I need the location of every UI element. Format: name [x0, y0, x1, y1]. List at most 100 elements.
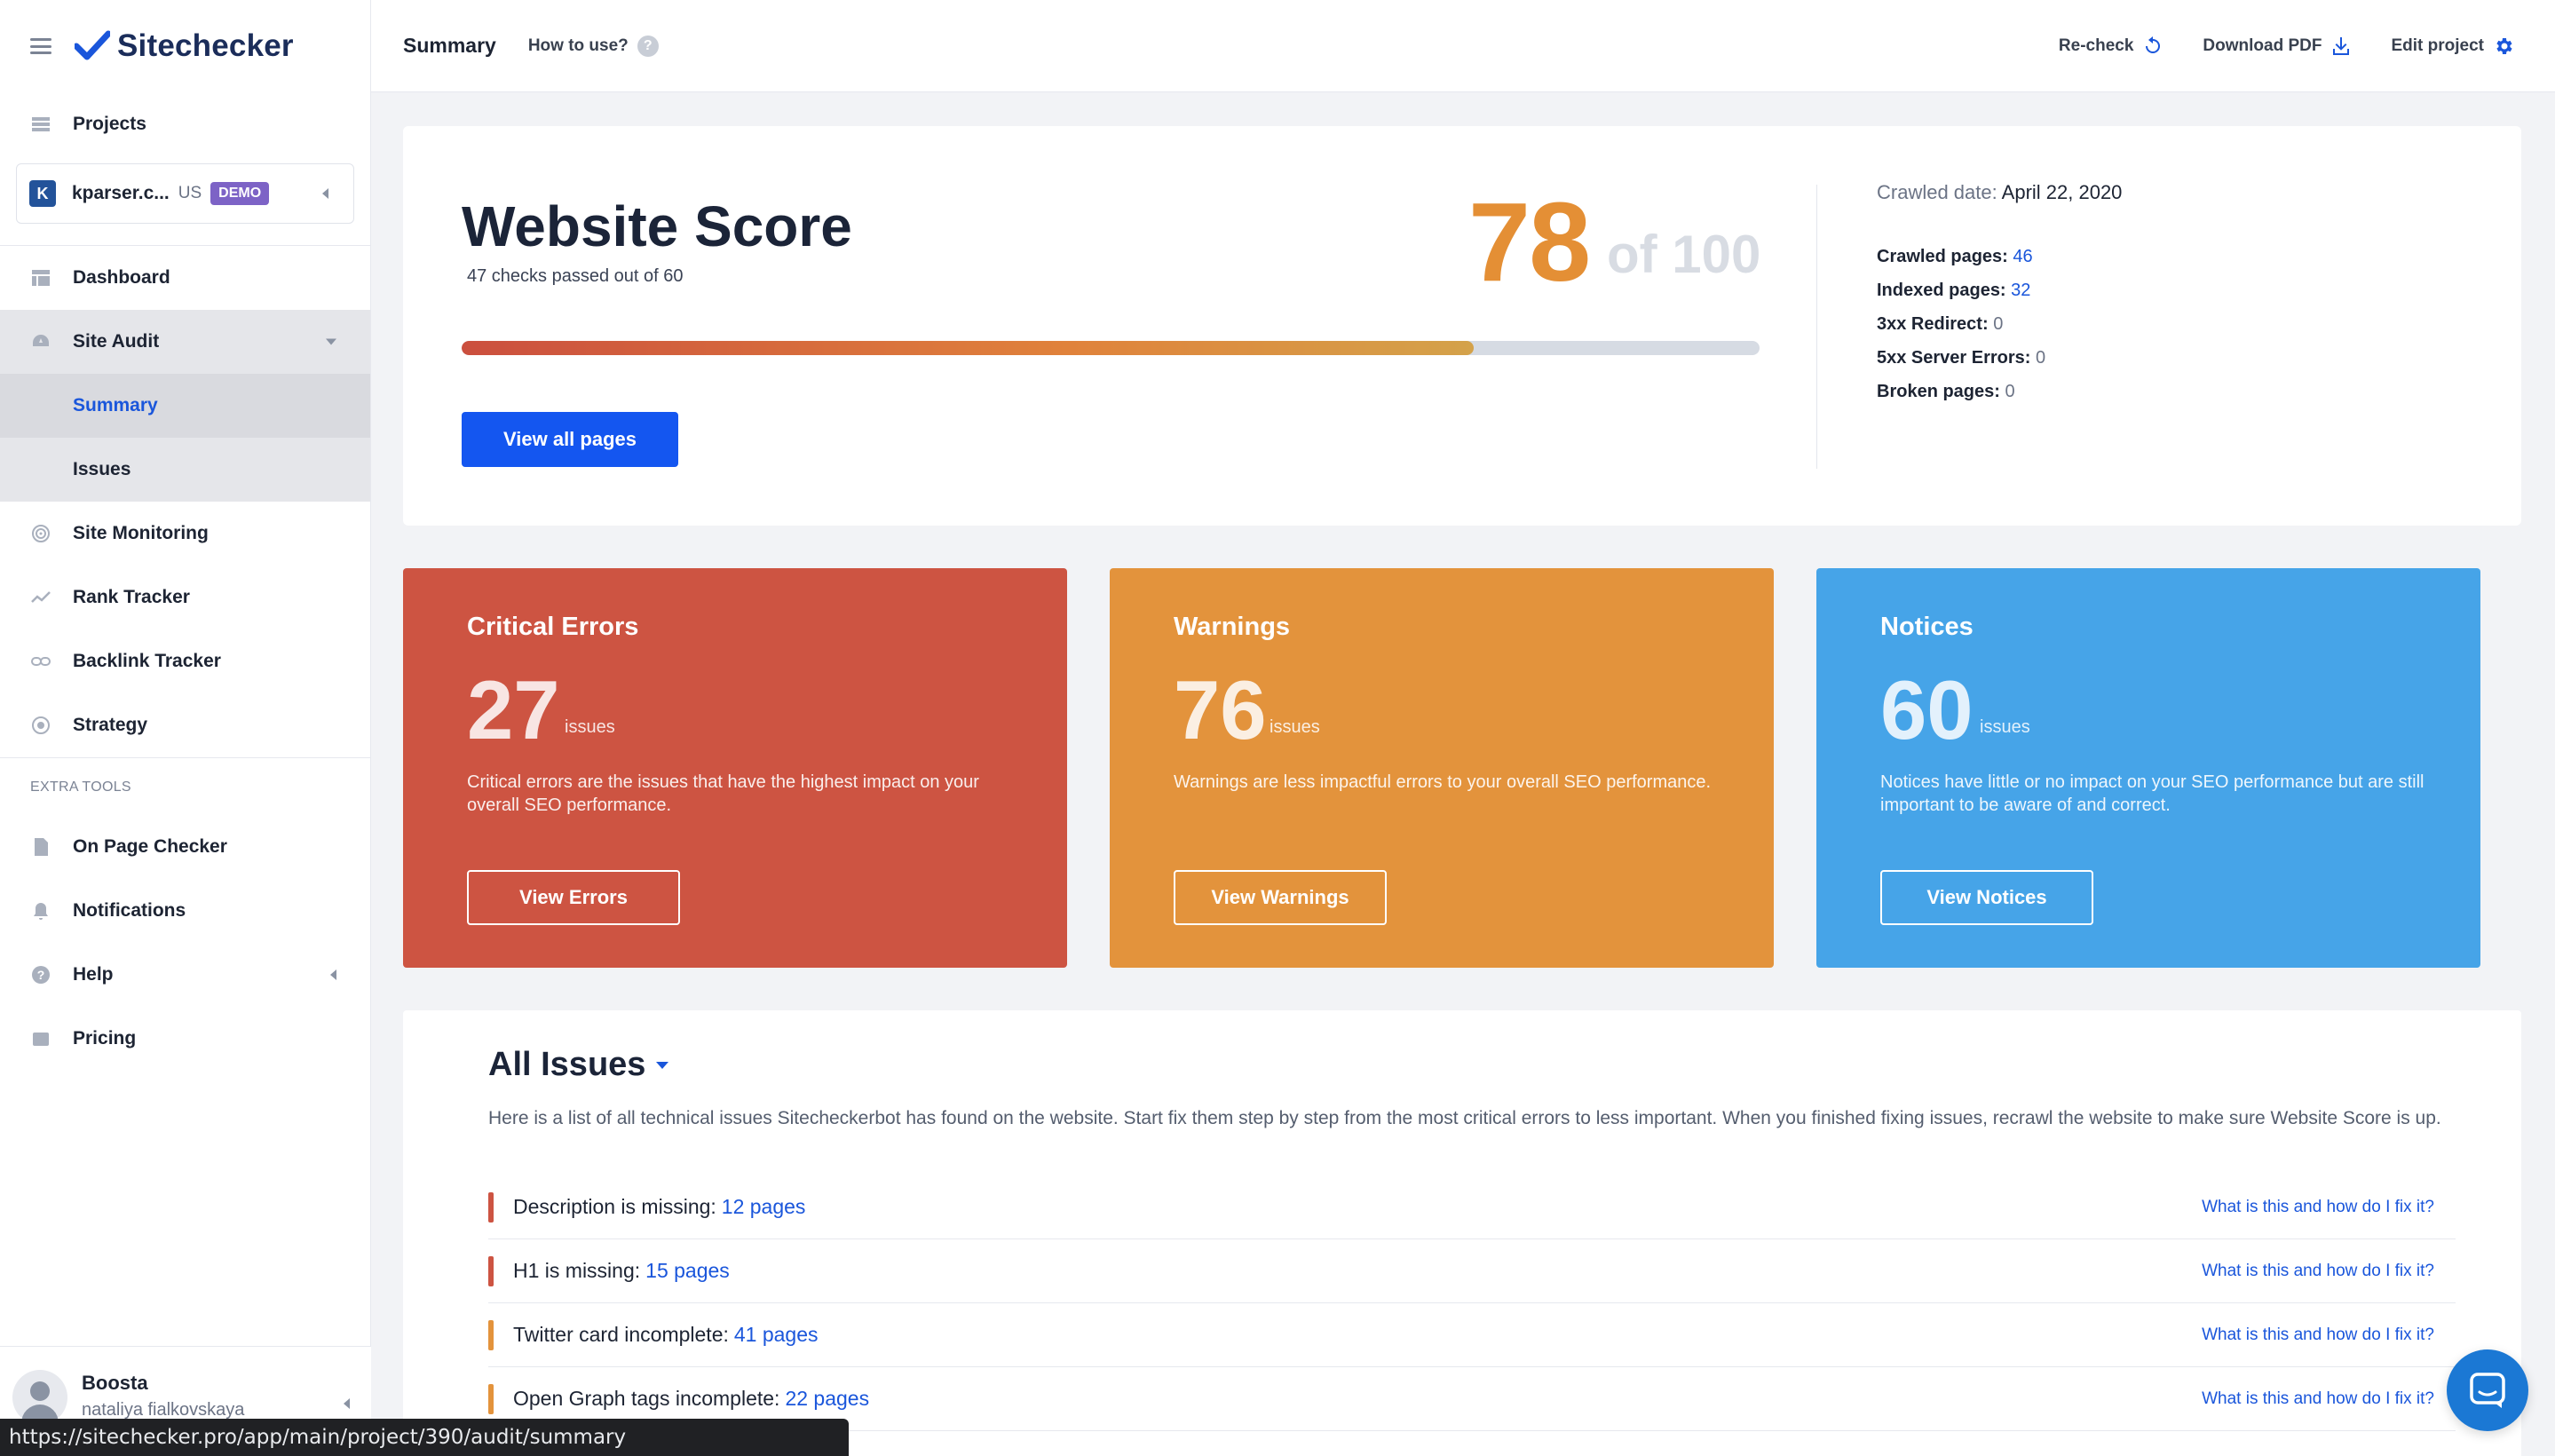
status-bar-url: https://sitechecker.pro/app/main/project… — [0, 1419, 849, 1456]
stat-crawled-pages: Crawled pages: 46 — [1877, 247, 2122, 266]
view-all-pages-button[interactable]: View all pages — [462, 412, 678, 467]
stat-value-link[interactable]: 32 — [2011, 281, 2030, 300]
edit-project-label: Edit project — [2391, 36, 2484, 55]
card-count: 27 — [467, 663, 560, 756]
card-title: Warnings — [1174, 613, 1291, 641]
view-warnings-button[interactable]: View Warnings — [1174, 870, 1387, 925]
chevron-down-icon — [656, 1061, 669, 1069]
issue-text: Open Graph tags incomplete: — [513, 1387, 780, 1410]
score-progress-fill — [462, 341, 1475, 355]
card-count: 76 — [1174, 663, 1267, 756]
issue-help-link[interactable]: What is this and how do I fix it? — [2202, 1389, 2434, 1409]
score-title: Website Score — [462, 194, 852, 258]
crawled-date-value: April 22, 2020 — [2001, 181, 2123, 203]
brand-header: Sitechecker — [0, 0, 370, 92]
card-description: Notices have little or no impact on your… — [1880, 772, 2424, 815]
trend-icon — [30, 587, 51, 608]
brand-name: Sitechecker — [117, 28, 294, 63]
gear-icon — [2496, 38, 2512, 54]
demo-badge: DEMO — [210, 182, 270, 205]
fingerprint-icon — [30, 523, 51, 544]
sidebar-subitem-summary[interactable]: Summary — [0, 374, 370, 438]
card-title: Notices — [1880, 613, 1974, 641]
issue-help-link[interactable]: What is this and how do I fix it? — [2202, 1325, 2434, 1345]
chevron-down-icon — [326, 338, 336, 345]
issue-row: H1 is missing: 15 pages What is this and… — [488, 1239, 2456, 1303]
sidebar-item-label: Site Monitoring — [73, 523, 209, 543]
sidebar-item-site-monitoring[interactable]: Site Monitoring — [0, 502, 370, 566]
sidebar-item-strategy[interactable]: Strategy — [0, 693, 370, 757]
issue-row: Twitter card incomplete: 41 pages What i… — [488, 1303, 2456, 1367]
all-issues-title: All Issues — [488, 1046, 646, 1083]
issue-text: H1 is missing: — [513, 1259, 641, 1282]
menu-icon[interactable] — [30, 38, 51, 54]
card-title: Critical Errors — [467, 613, 639, 641]
issue-row: Description is missing: 12 pages What is… — [488, 1175, 2456, 1239]
stat-label: Crawled pages: — [1877, 247, 2008, 266]
card-unit: issues — [1980, 717, 2030, 737]
issue-pages-link[interactable]: 41 pages — [734, 1323, 819, 1347]
stat-label: Indexed pages: — [1877, 281, 2006, 300]
sidebar-item-label: Help — [73, 964, 114, 985]
stat-value-link[interactable]: 46 — [2013, 247, 2032, 266]
all-issues-dropdown[interactable]: All Issues — [488, 1046, 669, 1084]
severity-marker — [488, 1319, 494, 1350]
score-subtitle: 47 checks passed out of 60 — [467, 266, 684, 286]
bell-icon — [30, 900, 51, 922]
issue-help-link[interactable]: What is this and how do I fix it? — [2202, 1198, 2434, 1217]
document-icon — [30, 836, 51, 858]
project-name: kparser.c... — [72, 183, 170, 203]
svg-text:?: ? — [37, 968, 45, 982]
sidebar-item-pricing[interactable]: Pricing — [0, 1007, 370, 1071]
view-notices-button[interactable]: View Notices — [1880, 870, 2093, 925]
crawled-date: Crawled date: April 22, 2020 — [1877, 181, 2122, 204]
score-progress-bar — [462, 341, 1760, 355]
issue-help-link[interactable]: What is this and how do I fix it? — [2202, 1262, 2434, 1281]
sidebar-item-backlink-tracker[interactable]: Backlink Tracker — [0, 629, 370, 693]
all-issues-panel: All Issues Here is a list of all technic… — [403, 1010, 2521, 1456]
card-description: Warnings are less impactful errors to yo… — [1174, 772, 1712, 792]
severity-marker — [488, 1383, 494, 1414]
sidebar-item-on-page-checker[interactable]: On Page Checker — [0, 815, 370, 879]
refresh-icon — [2146, 36, 2161, 53]
notices-card: Notices 60 issues Notices have little or… — [1816, 568, 2480, 968]
sidebar-item-projects[interactable]: Projects — [0, 92, 370, 156]
sidebar-item-notifications[interactable]: Notifications — [0, 879, 370, 943]
stat-value: 0 — [2005, 382, 2015, 401]
card-count: 60 — [1880, 663, 1974, 756]
logo-check-icon — [75, 30, 110, 60]
issue-pages-link[interactable]: 22 pages — [785, 1387, 869, 1411]
card-unit: issues — [1270, 717, 1320, 737]
chat-launcher-button[interactable] — [2447, 1349, 2528, 1431]
how-to-use-link[interactable]: How to use? ? — [528, 35, 659, 57]
page-title: Summary — [403, 34, 496, 57]
stat-value: 0 — [2036, 348, 2046, 368]
issue-pages-link[interactable]: 15 pages — [645, 1259, 730, 1283]
top-actions: Re-check Download PDF Edit project — [2020, 0, 2514, 92]
view-errors-button[interactable]: View Errors — [467, 870, 680, 925]
stat-broken-pages: Broken pages: 0 — [1877, 382, 2122, 401]
wallet-icon — [30, 1028, 51, 1049]
stat-value: 0 — [1993, 314, 2004, 334]
project-selector[interactable]: K kparser.c... US DEMO — [16, 163, 354, 224]
stat-5xx-errors: 5xx Server Errors: 0 — [1877, 348, 2122, 368]
sidebar-item-rank-tracker[interactable]: Rank Tracker — [0, 566, 370, 629]
recheck-button[interactable]: Re-check — [2059, 36, 2164, 57]
sidebar-item-help[interactable]: ? Help — [0, 943, 370, 1007]
stat-label: Broken pages: — [1877, 382, 2000, 401]
chevron-left-icon — [344, 1398, 350, 1409]
issue-pages-link[interactable]: 12 pages — [722, 1195, 806, 1219]
sidebar-item-label: Notifications — [73, 900, 186, 921]
chevron-left-icon — [322, 188, 328, 199]
download-pdf-button[interactable]: Download PDF — [2203, 36, 2352, 57]
download-icon — [2333, 37, 2350, 55]
sidebar-item-site-audit[interactable]: Site Audit — [0, 310, 370, 374]
critical-errors-card: Critical Errors 27 issues Critical error… — [403, 568, 1067, 968]
issue-list: Description is missing: 12 pages What is… — [488, 1175, 2456, 1431]
sidebar-item-dashboard[interactable]: Dashboard — [0, 246, 370, 310]
edit-project-button[interactable]: Edit project — [2391, 36, 2514, 57]
link-icon — [30, 651, 51, 672]
project-initial: K — [29, 180, 56, 207]
sidebar-subitem-issues[interactable]: Issues — [0, 438, 370, 502]
target-icon — [30, 715, 51, 736]
